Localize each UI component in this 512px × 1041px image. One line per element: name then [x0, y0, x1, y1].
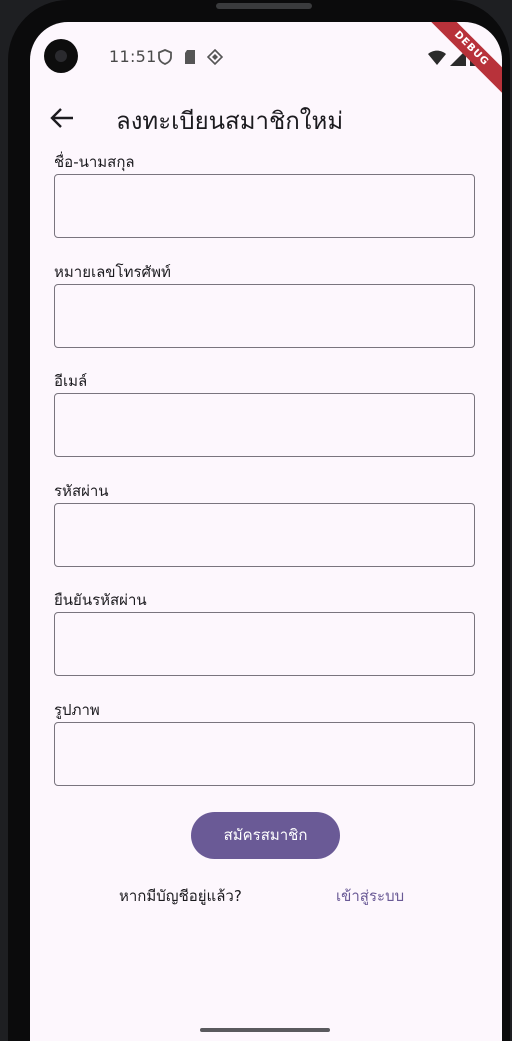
register-button[interactable]: สมัครสมาชิก	[191, 812, 340, 859]
have-account-text: หากมีบัญชีอยู่แล้ว?	[119, 887, 242, 905]
device-frame: 11:51 DEBUG ลงทะเบียนสมาชิกใหม่ ชื่อ-นาม…	[0, 0, 512, 1041]
shield-icon	[158, 49, 172, 65]
email-field-label: อีเมล์	[54, 372, 88, 390]
speaker-grille	[216, 3, 312, 9]
name-field-label: ชื่อ-นามสกุล	[54, 153, 135, 171]
email-input[interactable]	[54, 393, 475, 457]
wifi-icon	[428, 50, 446, 65]
image-input[interactable]	[54, 722, 475, 786]
home-indicator[interactable]	[200, 1028, 330, 1032]
page-title: ลงทะเบียนสมาชิกใหม่	[116, 107, 344, 135]
login-link[interactable]: เข้าสู่ระบบ	[336, 884, 404, 908]
sd-card-icon	[185, 50, 195, 64]
password-input[interactable]	[54, 503, 475, 567]
phone-field-label: หมายเลขโทรศัพท์	[54, 263, 171, 281]
status-time: 11:51	[109, 47, 157, 66]
confirm-password-field-group: ยืนยันรหัสผ่าน	[54, 590, 477, 676]
arrow-back-icon[interactable]	[46, 102, 78, 134]
sync-icon	[207, 49, 223, 65]
password-field-group: รหัสผ่าน	[54, 481, 477, 567]
phone-input[interactable]	[54, 284, 475, 348]
app-bar: ลงทะเบียนสมาชิกใหม่	[30, 92, 502, 144]
image-field-label: รูปภาพ	[54, 701, 100, 719]
password-field-label: รหัสผ่าน	[54, 482, 109, 500]
confirm-password-input[interactable]	[54, 612, 475, 676]
phone-field-group: หมายเลขโทรศัพท์	[54, 262, 477, 348]
app-screen: 11:51 DEBUG ลงทะเบียนสมาชิกใหม่ ชื่อ-นาม…	[30, 22, 502, 1041]
image-field-group: รูปภาพ	[54, 700, 477, 786]
name-input[interactable]	[54, 174, 475, 238]
confirm-password-field-label: ยืนยันรหัสผ่าน	[54, 591, 147, 609]
email-field-group: อีเมล์	[54, 371, 477, 457]
front-camera	[44, 39, 78, 73]
name-field-group: ชื่อ-นามสกุล	[54, 152, 477, 238]
